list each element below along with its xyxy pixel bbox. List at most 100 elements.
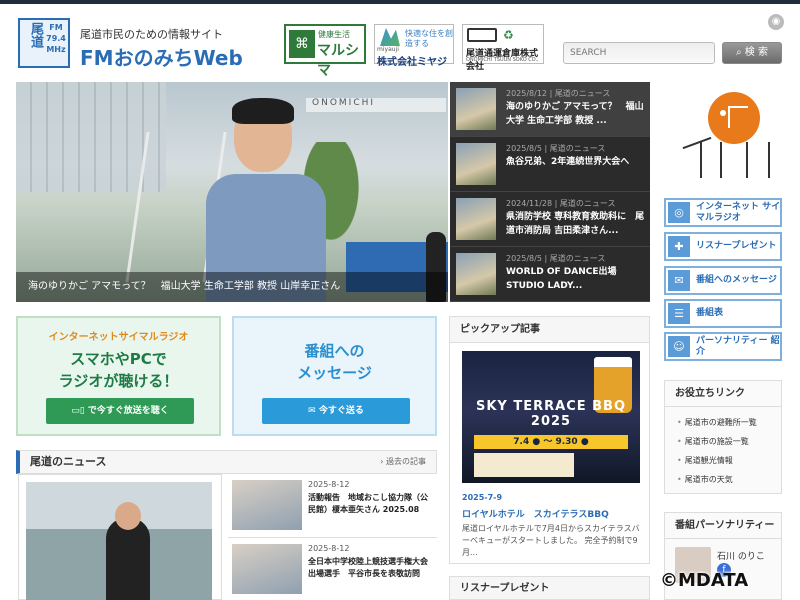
news-date: 2025-8-12 [308, 544, 350, 553]
news-list-item[interactable]: 2025-8-12 活動報告 地域おこし協力隊（公民館）榎本亜矢さん 2025.… [228, 474, 437, 538]
sponsor-miyaji[interactable]: miyauji 快適な住を創造する 株式会社ミヤジ [374, 24, 454, 68]
news-title: 魚谷兄弟、2年連続世界大会へ [506, 157, 630, 167]
people-icon: ☺ [668, 336, 690, 357]
site-logo[interactable]: 尾道 FM 79.4 MHz [18, 18, 70, 68]
sponsor-english-name: ONOMICHI TSUUN SOKO CO., LTD. [466, 57, 539, 69]
sponsor-marushima[interactable]: ⌘ 健康生活 マルシマ [284, 24, 366, 79]
news-title: WORLD OF DANCE出場 STUDIO LADY... [506, 267, 617, 291]
promo-text: スマホやPCで ラジオが聴ける！ [58, 350, 179, 390]
news-title: 活動報告 地域おこし協力隊（公民館）榎本亜矢さん 2025.08 [308, 493, 428, 514]
sponsor-onomichi-tsuun[interactable]: ♻ 尾道通運倉庫株式会社 ONOMICHI TSUUN SOKO CO., LT… [462, 24, 544, 72]
promo-text: 番組への メッセージ [297, 342, 372, 382]
site-title[interactable]: FMおのみちWeb [80, 42, 243, 71]
side-button-personality[interactable]: ☺ パーソナリティー 紹介 [664, 332, 782, 361]
useful-link[interactable]: 尾道市の天気 [677, 474, 733, 485]
sponsor-brand: miyauji [377, 46, 399, 53]
miyaji-logo-icon [380, 28, 400, 46]
hero-news-list: 2025/8/12 | 尾道のニュース 海のゆりかご アマモって？ 福山大学 生… [450, 82, 650, 302]
news-list-item[interactable]: 2025-8-12 全日本中学校陸上競技選手権大会出場選手 平谷市長を表敬訪問 [228, 538, 437, 600]
search-icon: ⌕ [736, 47, 745, 58]
poster-event-title: SKY TERRACE BBQ 2025 [475, 399, 627, 429]
side-button-label: リスナープレゼント [696, 241, 777, 251]
mail-icon: ✉ [668, 270, 690, 291]
listener-present-panel: リスナープレゼント [449, 576, 650, 600]
gift-icon: ✚ [668, 236, 690, 257]
side-button-listener-present[interactable]: ✚ リスナープレゼント [664, 232, 782, 261]
news-thumbnail [456, 88, 496, 130]
hero-caption[interactable]: 海のゆりかご アマモって？ 福山大学 生命工学部 教授 山岸幸正さん [16, 272, 448, 302]
news-meta: 2024/11/28 | 尾道のニュース [506, 199, 616, 208]
personality-title: 番組パーソナリティー [665, 513, 781, 539]
search-button-label: 検 索 [744, 47, 768, 58]
news-title: 全日本中学校陸上競技選手権大会出場選手 平谷市長を表敬訪問 [308, 557, 428, 578]
hero-slider[interactable]: ONOMICHI 海のゆりかご アマモって？ 福山大学 生命工学部 教授 山岸幸… [16, 82, 448, 302]
news-section-title: 尾道のニュース [30, 455, 107, 468]
truck-icon [467, 28, 497, 42]
hero-news-item[interactable]: 2025/8/5 | 尾道のニュース 魚谷兄弟、2年連続世界大会へ [450, 137, 650, 192]
news-thumbnail [456, 253, 496, 295]
sponsor-tagline: 健康生活 [318, 30, 350, 39]
sponsor-tagline: 快適な住を創造する [405, 29, 453, 48]
personality-name[interactable]: 石川 のりこ [717, 549, 765, 562]
pickup-description: 尾道ロイヤルホテルで7月4日からスカイテラスバーベキューがスタートしました。 完… [462, 524, 640, 557]
side-button-label: 番組へのメッセージ [696, 275, 777, 285]
news-meta: 2025/8/5 | 尾道のニュース [506, 144, 606, 153]
news-thumbnail [456, 143, 496, 185]
useful-link[interactable]: 尾道観光情報 [677, 455, 733, 466]
useful-link[interactable]: 尾道市の避難所一覧 [677, 417, 757, 428]
watermark: ©MDATA [660, 570, 749, 591]
pickup-title: ピックアップ記事 [450, 317, 649, 343]
news-title: 県消防学校 専科教育救助科に 尾道市消防局 吉田柔津さん... [506, 212, 645, 236]
side-button-label: インターネット サイマルラジオ [696, 201, 781, 223]
news-meta: 2025/8/5 | 尾道のニュース [506, 254, 606, 263]
schedule-icon: ☰ [668, 303, 690, 324]
side-button-schedule[interactable]: ☰ 番組表 [664, 299, 782, 328]
recycle-icon: ♻ [503, 28, 514, 42]
pickup-date: 2025-7-9 [462, 493, 503, 502]
hero-news-item[interactable]: 2024/11/28 | 尾道のニュース 県消防学校 専科教育救助科に 尾道市消… [450, 192, 650, 247]
news-featured-image[interactable] [18, 474, 222, 600]
promo-heading: インターネットサイマルラジオ [48, 332, 189, 343]
news-section-header: 尾道のニュース › 過去の記事 [16, 450, 437, 474]
pickup-article-title[interactable]: ロイヤルホテル スカイテラスBBQ [462, 507, 609, 520]
poster-dates: 7.4 ● 〜 9.30 ● [474, 435, 628, 449]
radio-icon: ◎ [668, 202, 690, 223]
search-input[interactable] [563, 42, 715, 64]
side-button-label: パーソナリティー 紹介 [696, 335, 780, 357]
sponsor-name: マルシマ [317, 43, 359, 79]
sponsor-name: 株式会社ミヤジ [377, 57, 447, 68]
useful-links-panel: お役立ちリンク 尾道市の避難所一覧 尾道市の施設一覧 尾道観光情報 尾道市の天気 [664, 380, 782, 494]
simul-radio-banner[interactable]: インターネットサイマルラジオ スマホやPCで ラジオが聴ける！ ▭▯ で今すぐ放送… [16, 316, 221, 436]
news-thumbnail [456, 198, 496, 240]
news-date: 2025-8-12 [308, 480, 350, 489]
news-thumbnail [232, 544, 302, 594]
logo-vertical-text: 尾道 [28, 22, 43, 48]
pickup-panel: ピックアップ記事 SKY TERRACE BBQ 2025 7.4 ● 〜 9.… [449, 316, 650, 564]
search-button[interactable]: ⌕ 検 索 [722, 42, 782, 64]
top-bar [0, 0, 800, 4]
useful-link[interactable]: 尾道市の施設一覧 [677, 436, 749, 447]
hero-news-item[interactable]: 2025/8/5 | 尾道のニュース WORLD OF DANCE出場 STUD… [450, 247, 650, 302]
logo-fm-text: FM 79.4 MHz [46, 23, 66, 54]
listener-present-title: リスナープレゼント [460, 583, 550, 594]
hero-sign: ONOMICHI [306, 98, 446, 112]
hero-news-item[interactable]: 2025/8/12 | 尾道のニュース 海のゆりかご アマモって？ 福山大学 生… [450, 82, 650, 137]
rss-icon[interactable]: ◉ [768, 14, 784, 30]
mail-icon: ✉ [308, 406, 319, 416]
news-title: 海のゆりかご アマモって？ 福山大学 生命工学部 教授 ... [506, 102, 644, 126]
send-now-button[interactable]: ✉ 今すぐ送る [262, 398, 410, 424]
side-button-label: 番組表 [696, 308, 724, 318]
side-button-simul-radio[interactable]: ◎ インターネット サイマルラジオ [664, 198, 782, 227]
pickup-poster[interactable]: SKY TERRACE BBQ 2025 7.4 ● 〜 9.30 ● [462, 351, 640, 483]
news-thumbnail [232, 480, 302, 530]
message-banner[interactable]: 番組への メッセージ ✉ 今すぐ送る [232, 316, 437, 436]
listen-now-button[interactable]: ▭▯ で今すぐ放送を聴く [46, 398, 194, 424]
pc-phone-icon: ▭▯ [71, 406, 88, 416]
side-button-message[interactable]: ✉ 番組へのメッセージ [664, 266, 782, 295]
useful-links-title: お役立ちリンク [665, 381, 781, 407]
marushima-logo-icon: ⌘ [289, 30, 315, 58]
mascot-image [680, 92, 780, 182]
past-articles-link[interactable]: › 過去の記事 [380, 451, 426, 473]
poster-prices [474, 453, 574, 477]
site-subtitle: 尾道市民のための情報サイト [80, 28, 223, 41]
